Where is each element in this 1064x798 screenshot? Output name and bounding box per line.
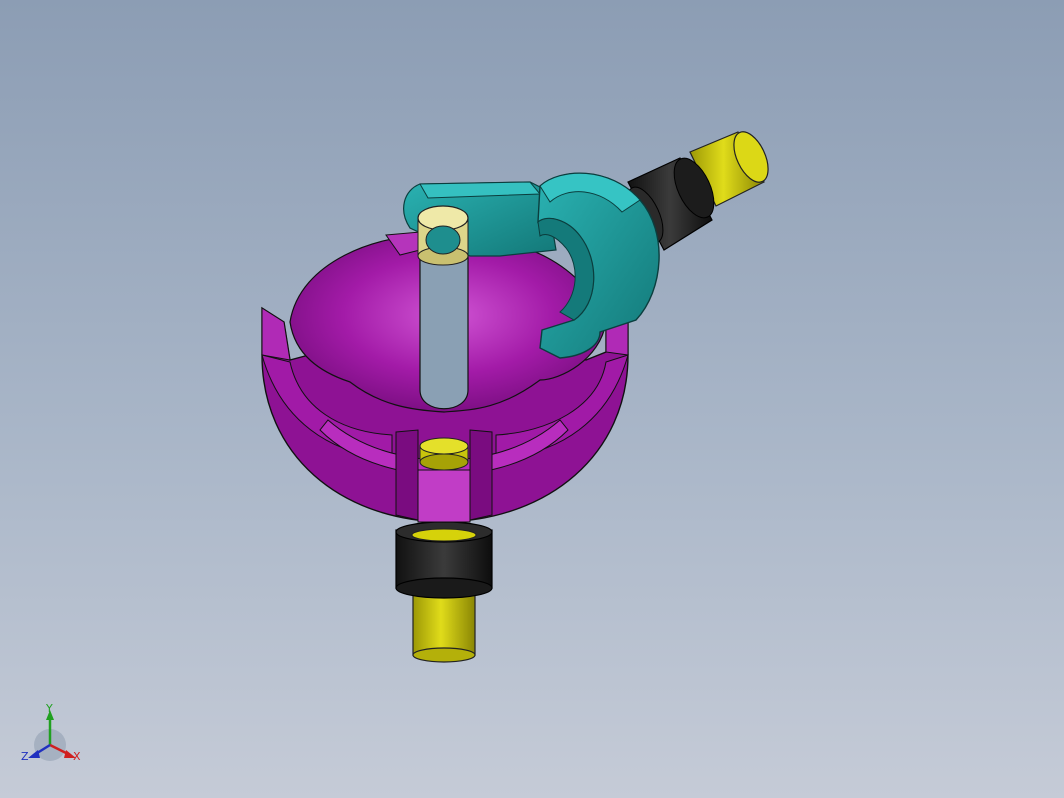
sphere-cage[interactable] <box>261 231 629 523</box>
y-axis-label: Y <box>45 702 53 715</box>
view-orientation-triad[interactable]: Y X Z <box>18 700 90 772</box>
assembly-model[interactable] <box>0 0 1064 798</box>
lower-bearing-collar[interactable] <box>395 521 493 599</box>
graphics-viewport[interactable]: Y X Z <box>0 0 1064 798</box>
x-axis-label: X <box>73 750 81 763</box>
pivot-bushing[interactable] <box>417 205 469 266</box>
bottom-pin[interactable] <box>419 437 469 471</box>
z-axis-label: Z <box>21 750 29 763</box>
